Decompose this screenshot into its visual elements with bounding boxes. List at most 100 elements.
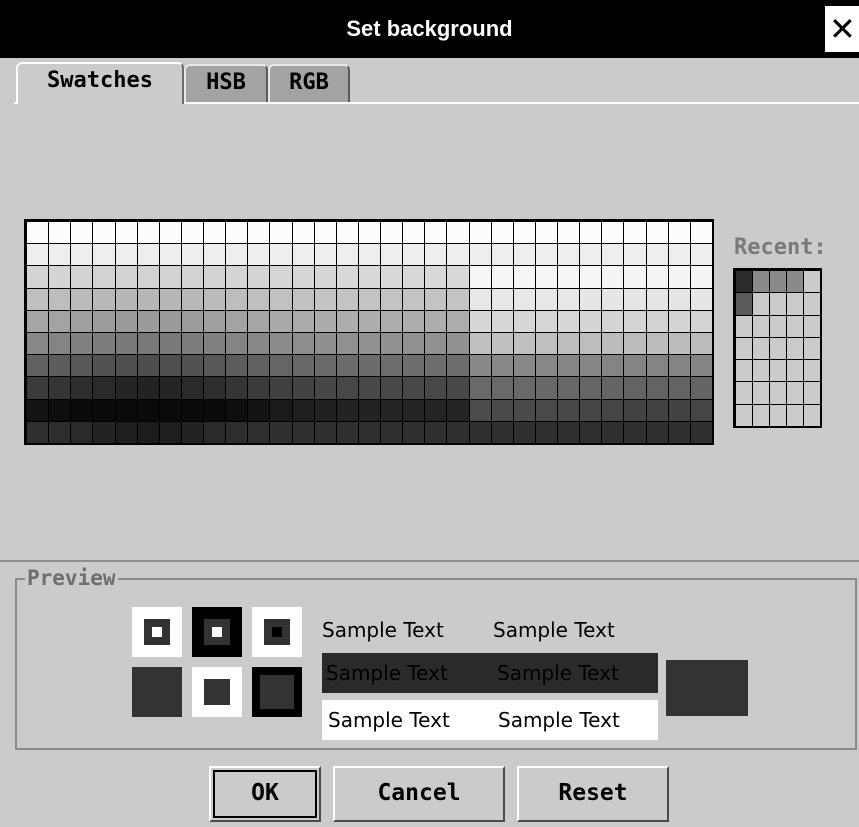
recent-swatch-cell[interactable] xyxy=(735,381,753,405)
swatch-cell[interactable] xyxy=(225,332,249,356)
swatch-cell[interactable] xyxy=(291,420,315,444)
swatch-cell[interactable] xyxy=(247,287,271,311)
close-icon[interactable]: ✕ xyxy=(825,6,859,52)
swatch-cell[interactable] xyxy=(623,265,647,289)
swatch-cell[interactable] xyxy=(557,243,581,267)
swatch-cell[interactable] xyxy=(26,243,50,267)
recent-swatch-cell[interactable] xyxy=(769,292,787,316)
swatch-cell[interactable] xyxy=(136,376,160,400)
swatch-cell[interactable] xyxy=(623,376,647,400)
swatch-cell[interactable] xyxy=(424,309,448,333)
swatch-cell[interactable] xyxy=(26,420,50,444)
swatch-cell[interactable] xyxy=(136,398,160,422)
swatch-cell[interactable] xyxy=(291,354,315,378)
swatch-cell[interactable] xyxy=(269,265,293,289)
swatch-cell[interactable] xyxy=(667,398,691,422)
swatch-cell[interactable] xyxy=(446,376,470,400)
swatch-cell[interactable] xyxy=(534,376,559,400)
swatch-cell[interactable] xyxy=(623,287,647,311)
swatch-cell[interactable] xyxy=(313,354,337,378)
swatch-cell[interactable] xyxy=(579,309,603,333)
swatch-cell[interactable] xyxy=(48,398,72,422)
swatch-cell[interactable] xyxy=(180,376,205,400)
swatch-cell[interactable] xyxy=(180,332,205,356)
swatch-cell[interactable] xyxy=(645,265,669,289)
swatch-cell[interactable] xyxy=(601,287,625,311)
swatch-cell[interactable] xyxy=(136,332,160,356)
swatch-cell[interactable] xyxy=(557,376,581,400)
swatch-cell[interactable] xyxy=(601,354,625,378)
swatch-cell[interactable] xyxy=(48,243,72,267)
swatch-cell[interactable] xyxy=(402,332,426,356)
swatch-cell[interactable] xyxy=(512,309,536,333)
swatch-cell[interactable] xyxy=(335,287,359,311)
swatch-cell[interactable] xyxy=(689,265,713,289)
recent-swatch-cell[interactable] xyxy=(752,403,770,427)
swatch-cell[interactable] xyxy=(180,354,205,378)
swatch-cell[interactable] xyxy=(357,376,382,400)
swatch-cell[interactable] xyxy=(601,420,625,444)
swatch-cell[interactable] xyxy=(557,309,581,333)
swatch-cell[interactable] xyxy=(667,420,691,444)
swatch-cell[interactable] xyxy=(225,398,249,422)
swatch-cell[interactable] xyxy=(136,287,160,311)
swatch-cell[interactable] xyxy=(70,243,94,267)
swatch-cell[interactable] xyxy=(92,265,116,289)
swatch-cell[interactable] xyxy=(446,309,470,333)
swatch-cell[interactable] xyxy=(601,376,625,400)
swatch-cell[interactable] xyxy=(424,243,448,267)
swatch-cell[interactable] xyxy=(490,287,514,311)
swatch-cell[interactable] xyxy=(579,376,603,400)
swatch-cell[interactable] xyxy=(269,376,293,400)
swatch-cell[interactable] xyxy=(689,420,713,444)
swatch-cell[interactable] xyxy=(667,332,691,356)
recent-swatch-cell[interactable] xyxy=(769,359,787,383)
swatch-cell[interactable] xyxy=(446,287,470,311)
swatch-cell[interactable] xyxy=(601,243,625,267)
swatch-cell[interactable] xyxy=(70,398,94,422)
swatch-cell[interactable] xyxy=(402,265,426,289)
swatch-cell[interactable] xyxy=(512,376,536,400)
swatch-cell[interactable] xyxy=(335,420,359,444)
swatch-cell[interactable] xyxy=(70,332,94,356)
recent-swatch-cell[interactable] xyxy=(769,314,787,338)
ok-button[interactable]: OK xyxy=(209,766,321,822)
swatch-cell[interactable] xyxy=(48,376,72,400)
recent-swatch-cell[interactable] xyxy=(786,359,804,383)
swatch-cell[interactable] xyxy=(357,332,382,356)
swatch-cell[interactable] xyxy=(92,309,116,333)
swatch-cell[interactable] xyxy=(380,287,404,311)
swatch-cell[interactable] xyxy=(247,243,271,267)
swatch-cell[interactable] xyxy=(335,221,359,245)
swatch-cell[interactable] xyxy=(313,265,337,289)
swatch-cell[interactable] xyxy=(534,265,559,289)
swatch-cell[interactable] xyxy=(601,265,625,289)
swatch-cell[interactable] xyxy=(380,376,404,400)
swatch-cell[interactable] xyxy=(48,287,72,311)
swatch-cell[interactable] xyxy=(601,309,625,333)
swatch-cell[interactable] xyxy=(92,354,116,378)
swatch-cell[interactable] xyxy=(534,309,559,333)
swatch-cell[interactable] xyxy=(689,309,713,333)
swatch-cell[interactable] xyxy=(247,354,271,378)
swatch-palette[interactable] xyxy=(24,219,714,445)
swatch-cell[interactable] xyxy=(313,221,337,245)
swatch-cell[interactable] xyxy=(48,354,72,378)
swatch-cell[interactable] xyxy=(335,309,359,333)
swatch-cell[interactable] xyxy=(247,265,271,289)
swatch-cell[interactable] xyxy=(158,420,182,444)
recent-swatch-cell[interactable] xyxy=(803,403,821,427)
swatch-cell[interactable] xyxy=(601,398,625,422)
swatch-cell[interactable] xyxy=(225,354,249,378)
swatch-cell[interactable] xyxy=(424,354,448,378)
swatch-cell[interactable] xyxy=(557,398,581,422)
swatch-cell[interactable] xyxy=(269,398,293,422)
swatch-cell[interactable] xyxy=(291,287,315,311)
swatch-cell[interactable] xyxy=(269,309,293,333)
swatch-cell[interactable] xyxy=(114,354,138,378)
swatch-cell[interactable] xyxy=(225,265,249,289)
swatch-cell[interactable] xyxy=(225,309,249,333)
swatch-cell[interactable] xyxy=(357,420,382,444)
swatch-cell[interactable] xyxy=(335,332,359,356)
swatch-cell[interactable] xyxy=(512,354,536,378)
